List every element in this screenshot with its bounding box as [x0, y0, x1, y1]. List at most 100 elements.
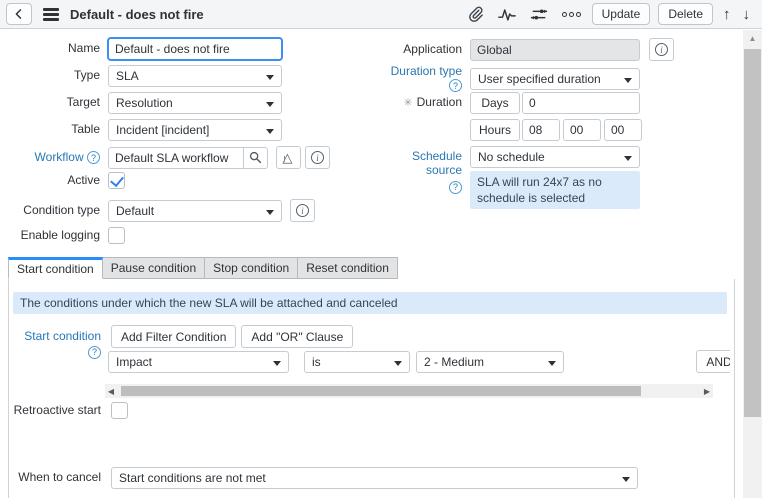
info-icon: i [296, 204, 309, 217]
duration-hours-row: Hours [382, 119, 642, 141]
search-icon [249, 151, 262, 164]
and-button[interactable]: AND [696, 350, 730, 373]
active-field-row: Active [0, 172, 125, 189]
type-field-row: Type SLA [0, 65, 282, 87]
application-info-button[interactable]: i [649, 38, 674, 61]
delete-button[interactable]: Delete [658, 3, 713, 25]
back-button[interactable] [6, 3, 32, 25]
workflow-input[interactable] [108, 146, 244, 169]
duration-days-row: ✳ Duration Days [382, 92, 640, 114]
tab-stop-condition[interactable]: Stop condition [205, 257, 299, 279]
chevron-left-icon [15, 9, 22, 19]
personalize-form-icon[interactable] [530, 7, 548, 22]
duration-type-select[interactable]: User specified duration [470, 67, 640, 90]
duration-type-help-icon[interactable]: ? [449, 79, 462, 93]
condition-tabs: Start condition Pause condition Stop con… [8, 257, 398, 279]
duration-minutes-input[interactable] [563, 119, 601, 141]
filter-field-select[interactable]: Impact [108, 351, 289, 373]
start-condition-help-icon[interactable]: ? [88, 346, 101, 360]
additional-actions-menu-icon[interactable] [43, 7, 59, 21]
warning-triangle-icon: △! [282, 150, 293, 165]
name-input[interactable] [108, 38, 282, 60]
when-to-cancel-label: When to cancel [18, 470, 101, 485]
workflow-help-icon[interactable]: ? [87, 151, 100, 165]
retroactive-start-row: Retroactive start [9, 402, 128, 419]
vertical-scroll-thumb[interactable] [744, 49, 761, 417]
previous-record-up-arrow-icon[interactable]: ↑ [723, 7, 731, 22]
workflow-label[interactable]: Workflow ? [0, 150, 100, 165]
add-or-clause-button[interactable]: Add "OR" Clause [241, 325, 354, 348]
duration-seconds-input[interactable] [604, 119, 642, 141]
condition-type-info-button[interactable]: i [290, 199, 315, 222]
filter-horizontal-scrollbar[interactable]: ◀ ▶ [105, 384, 713, 398]
add-filter-condition-button[interactable]: Add Filter Condition [111, 325, 237, 348]
workflow-info-button[interactable]: i [305, 146, 330, 169]
workflow-warning-button[interactable]: △! [276, 146, 301, 169]
duration-days-cell-label: Days [470, 92, 520, 114]
form-header: Default - does not fire Update Delete ↑ … [0, 0, 762, 29]
target-select[interactable]: Resolution [108, 92, 282, 114]
when-to-cancel-row: When to cancel Start conditions are not … [9, 467, 638, 489]
start-condition-panel: The conditions under which the new SLA w… [8, 279, 735, 498]
tab-pause-condition[interactable]: Pause condition [102, 257, 206, 279]
filter-condition-row: Impact is 2 - Medium [108, 351, 564, 373]
scroll-up-arrow-icon[interactable]: ▲ [743, 30, 762, 46]
duration-label: ✳ Duration [403, 95, 462, 110]
tab-reset-condition[interactable]: Reset condition [298, 257, 398, 279]
duration-hours-cell-label: Hours [470, 119, 520, 141]
workflow-lookup-button[interactable] [244, 146, 268, 169]
tab-start-condition[interactable]: Start condition [8, 257, 103, 279]
when-to-cancel-select[interactable]: Start conditions are not met [111, 467, 638, 489]
retroactive-start-checkbox[interactable] [111, 402, 128, 419]
info-icon: i [311, 151, 324, 164]
attachment-paperclip-icon[interactable] [467, 6, 484, 23]
schedule-source-help-icon[interactable]: ? [449, 180, 462, 194]
type-label: Type [73, 68, 100, 83]
next-record-down-arrow-icon[interactable]: ↓ [743, 7, 751, 22]
condition-type-label: Condition type [23, 202, 100, 217]
type-select[interactable]: SLA [108, 65, 282, 87]
activity-stream-icon[interactable] [497, 7, 516, 22]
required-asterisk-icon: ✳ [403, 97, 413, 110]
condition-type-field-row: Condition type Default i [0, 199, 315, 222]
condition-type-select[interactable]: Default [108, 199, 282, 222]
table-field-row: Table Incident [incident] [0, 119, 282, 141]
target-field-row: Target Resolution [0, 92, 282, 114]
retroactive-start-label: Retroactive start [13, 402, 101, 417]
horizontal-scroll-thumb[interactable] [121, 386, 641, 396]
enable-logging-field-row: Enable logging [0, 227, 125, 244]
application-input [470, 38, 640, 61]
duration-days-input[interactable] [522, 92, 640, 114]
form-vertical-scrollbar[interactable]: ▲ [743, 30, 762, 498]
duration-type-field-row: Duration type ? User specified duration [382, 64, 640, 93]
table-select[interactable]: Incident [incident] [108, 119, 282, 141]
condition-info-banner: The conditions under which the new SLA w… [13, 292, 727, 315]
record-title: Default - does not fire [70, 6, 204, 22]
condition-buttons: Add Filter Condition Add "OR" Clause [111, 325, 354, 348]
sla-record-form: Default - does not fire Update Delete ↑ … [0, 0, 762, 498]
schedule-source-label[interactable]: Schedule source ? [382, 146, 462, 194]
schedule-source-select[interactable]: No schedule [470, 146, 640, 168]
application-label: Application [403, 41, 462, 56]
application-field-row: Application i [382, 38, 674, 61]
filter-operator-select[interactable]: is [304, 351, 410, 373]
more-options-icon[interactable] [561, 11, 581, 17]
filter-value-select[interactable]: 2 - Medium [416, 351, 564, 373]
name-label: Name [67, 41, 100, 56]
duration-type-label[interactable]: Duration type ? [382, 64, 462, 93]
duration-hours-input[interactable] [522, 119, 560, 141]
update-button[interactable]: Update [591, 3, 651, 25]
table-label: Table [71, 122, 100, 137]
scroll-right-arrow-icon[interactable]: ▶ [701, 387, 713, 396]
enable-logging-checkbox[interactable] [108, 227, 125, 244]
filter-and-button-clipped: AND [696, 350, 730, 374]
name-field-row: Name [0, 38, 282, 60]
info-icon: i [655, 43, 668, 56]
active-checkbox[interactable] [108, 172, 125, 189]
enable-logging-label: Enable logging [20, 227, 100, 242]
workflow-field-row: Workflow ? △! i [0, 146, 330, 169]
target-label: Target [66, 95, 100, 110]
scroll-left-arrow-icon[interactable]: ◀ [105, 387, 117, 396]
schedule-source-note: SLA will run 24x7 as no schedule is sele… [470, 171, 640, 210]
active-label: Active [67, 172, 100, 187]
